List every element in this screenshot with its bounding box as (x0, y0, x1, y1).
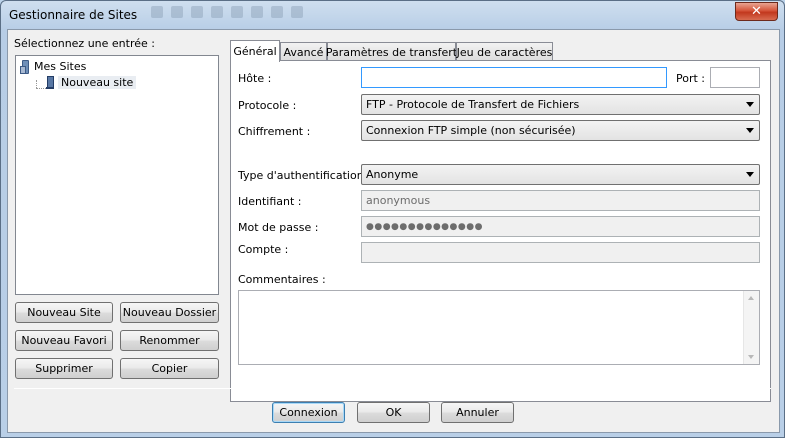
new-site-button[interactable]: Nouveau Site (15, 302, 113, 323)
new-bookmark-button[interactable]: Nouveau Favori (15, 330, 113, 351)
site-tree[interactable]: Mes Sites Nouveau site (15, 55, 219, 295)
dialog-body: Sélectionnez une entrée : Mes Sites Nouv… (7, 29, 780, 433)
protocol-label: Protocole : (238, 99, 297, 112)
tree-connector (36, 88, 46, 89)
host-label: Hôte : (238, 72, 272, 85)
toolbar-icon (251, 6, 263, 18)
close-button[interactable]: ✕ (735, 2, 778, 21)
tree-item-site[interactable]: Nouveau site (46, 74, 137, 90)
port-label: Port : (676, 72, 706, 85)
tab-label: Général (233, 45, 277, 58)
tab-general[interactable]: Général (230, 40, 280, 62)
password-input[interactable]: ●●●●●●●●●●●●●● (361, 216, 760, 237)
close-icon: ✕ (751, 4, 762, 19)
user-label: Identifiant : (238, 195, 302, 208)
toolbar-icon (291, 6, 303, 18)
tree-root-label: Mes Sites (34, 59, 87, 73)
select-entry-label: Sélectionnez une entrée : (14, 37, 155, 50)
host-input[interactable] (361, 67, 667, 88)
title-bar[interactable]: Gestionnaire de Sites ✕ (1, 1, 784, 29)
user-input[interactable]: anonymous (361, 190, 760, 211)
encryption-value: Connexion FTP simple (non sécurisée) (366, 124, 576, 137)
server-icon (46, 75, 54, 89)
toolbar-icon (151, 6, 163, 18)
comments-scrollbar[interactable] (743, 291, 759, 364)
rename-button[interactable]: Renommer (120, 330, 219, 351)
section-divider (238, 151, 760, 152)
copy-button[interactable]: Copier (120, 358, 219, 379)
tree-site-label: Nouveau site (58, 75, 137, 89)
auth-type-label: Type d'authentification : (238, 169, 371, 182)
comments-label: Commentaires : (238, 273, 326, 286)
ok-button[interactable]: OK (357, 402, 430, 423)
tab-label: Avancé (283, 45, 324, 59)
tab-advanced[interactable]: Avancé (280, 42, 327, 61)
auth-type-value: Anonyme (366, 168, 419, 181)
account-label: Compte : (238, 243, 289, 256)
sites-folder-icon (20, 59, 30, 74)
connect-button[interactable]: Connexion (272, 402, 345, 423)
chevron-down-icon (746, 128, 754, 133)
new-folder-button[interactable]: Nouveau Dossier (120, 302, 219, 323)
chevron-down-icon (746, 102, 754, 107)
account-input[interactable] (361, 242, 760, 263)
tab-transfer-settings[interactable]: Paramètres de transfert (325, 42, 458, 61)
auth-type-select[interactable]: Anonyme (361, 164, 760, 185)
comments-textarea[interactable] (238, 290, 760, 365)
tab-label: Jeu de caractères (456, 45, 553, 59)
toolbar-icon (271, 6, 283, 18)
tree-connector (36, 80, 37, 88)
tab-charset[interactable]: Jeu de caractères (456, 42, 553, 61)
protocol-value: FTP - Protocole de Transfert de Fichiers (366, 98, 580, 111)
background-toolbar-icons (151, 6, 303, 20)
footer-divider (14, 388, 771, 389)
password-label: Mot de passe : (238, 221, 319, 234)
toolbar-icon (211, 6, 223, 18)
toolbar-icon (171, 6, 183, 18)
chevron-down-icon (746, 172, 754, 177)
window-title: Gestionnaire de Sites (9, 8, 138, 22)
toolbar-icon (191, 6, 203, 18)
site-manager-window: Gestionnaire de Sites ✕ Sélectionnez une… (0, 0, 785, 438)
scroll-up-icon[interactable] (748, 296, 754, 300)
protocol-select[interactable]: FTP - Protocole de Transfert de Fichiers (361, 94, 760, 115)
scroll-down-icon[interactable] (748, 355, 754, 359)
encryption-select[interactable]: Connexion FTP simple (non sécurisée) (361, 120, 760, 141)
tree-item-root[interactable]: Mes Sites (20, 58, 86, 74)
port-input[interactable] (710, 67, 760, 88)
general-tab-panel: Hôte : Port : Protocole : FTP - Protocol… (230, 60, 771, 402)
toolbar-icon (231, 6, 243, 18)
tab-label: Paramètres de transfert (325, 45, 458, 59)
encryption-label: Chiffrement : (238, 125, 311, 138)
delete-button[interactable]: Supprimer (15, 358, 113, 379)
cancel-button[interactable]: Annuler (441, 402, 514, 423)
